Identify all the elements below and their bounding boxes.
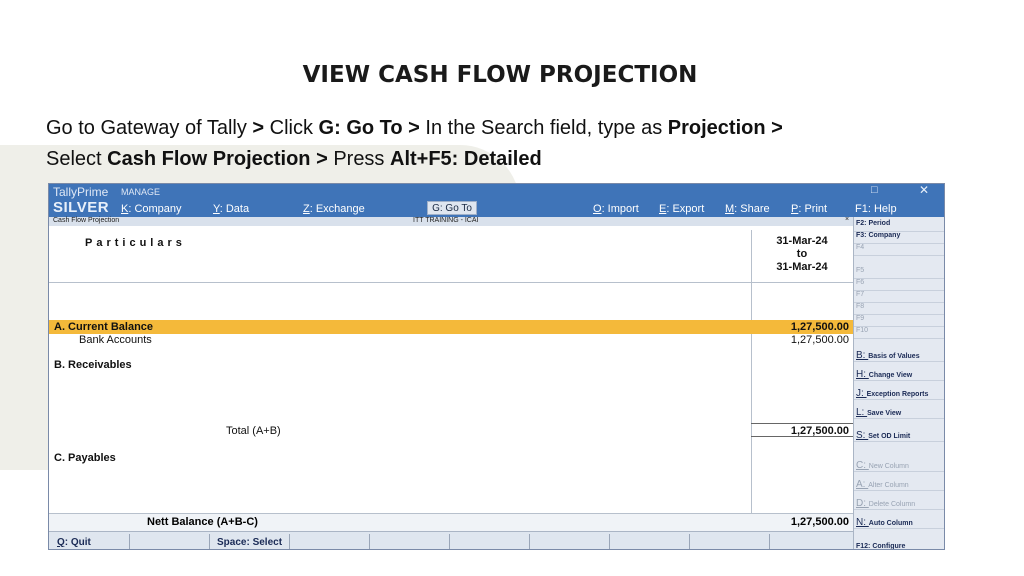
instructions: Go to Gateway of Tally > Click G: Go To … — [46, 113, 946, 175]
row-label: Bank Accounts — [79, 334, 152, 346]
goto-button[interactable]: G: Go To — [427, 201, 477, 215]
sidebar-item-saveview[interactable]: L: Save View — [856, 407, 942, 418]
menu-item-company[interactable]: K: Company — [121, 203, 182, 215]
instruction-segment: In the Search field, type as — [425, 117, 668, 139]
row-label: Total (A+B) — [226, 425, 281, 437]
minimize-icon[interactable]: □ — [871, 184, 878, 196]
help-button[interactable]: F1: Help — [855, 203, 897, 215]
tally-window: TallyPrime MANAGE SILVER K: Company Y: Da… — [48, 183, 945, 550]
sidebar-item-f2period[interactable]: F2: Period — [856, 220, 942, 227]
instruction-segment: Select — [46, 148, 108, 170]
row-amount: 1,27,500.00 — [790, 321, 849, 333]
sidebar-separator — [854, 441, 944, 442]
sidebar-item-setodlimit[interactable]: S: Set OD Limit — [856, 430, 942, 441]
row-label: A. Current Balance — [54, 321, 154, 333]
select-button[interactable]: Space: Select — [217, 537, 282, 548]
sidebar-item-exceptionreports[interactable]: J: Exception Reports — [856, 388, 942, 399]
sidebar-item-f12configure[interactable]: F12: Configure — [856, 543, 942, 549]
row-label: C. Payables — [54, 452, 116, 464]
brand-name: TallyPrime — [53, 185, 109, 199]
payables-row[interactable]: C. Payables — [49, 451, 853, 465]
sidebar-item-altercolumn[interactable]: A: Alter Column — [856, 479, 942, 490]
nett-amount: 1,27,500.00 — [790, 516, 849, 528]
date-to-word: to — [796, 248, 808, 260]
menu-item-exchange[interactable]: Z: Exchange — [303, 203, 365, 215]
header-divider — [49, 282, 853, 283]
sidebar-separator — [854, 418, 944, 419]
instruction-segment: Go to Gateway of Tally — [46, 117, 253, 139]
sidebar-separator — [854, 490, 944, 491]
row-amount: 1,27,500.00 — [790, 425, 849, 437]
top-menu-bar: TallyPrime MANAGE SILVER K: Company Y: Da… — [49, 184, 944, 217]
instruction-segment: Cash Flow Projection > — [107, 148, 334, 170]
sidebar-separator — [854, 255, 944, 256]
report-title-bar: Cash Flow Projection ITT TRAINING - ICAI… — [49, 216, 853, 226]
column-divider — [751, 230, 752, 535]
edition-label: SILVER — [53, 199, 110, 216]
particulars-header: Particulars — [85, 237, 186, 249]
right-button-panel: F2: Period F3: Company F4 F5 F6 F7 F8 F9 F10 B: B… — [853, 217, 944, 549]
menu-item-print[interactable]: P: Print — [791, 203, 827, 215]
sidebar-item-basisofvalues[interactable]: B: Basis of Values — [856, 350, 942, 361]
sidebar-item-autocolumn[interactable]: N: Auto Column — [856, 517, 942, 528]
sidebar-separator — [854, 361, 944, 362]
sidebar-item-f4[interactable]: F4 — [856, 244, 942, 251]
sidebar-item-f9[interactable]: F9 — [856, 315, 942, 322]
instruction-segment: > — [252, 117, 270, 139]
bank-accounts-row[interactable]: Bank Accounts 1,27,500.00 — [49, 333, 853, 347]
sidebar-separator — [854, 338, 944, 339]
bottom-button-bar: Q: Quit Space: Select — [49, 531, 853, 549]
sidebar-separator — [854, 509, 944, 510]
row-amount: 1,27,500.00 — [790, 334, 849, 346]
instruction-segment: Alt+F5: Detailed — [390, 148, 542, 170]
instruction-segment: Click — [269, 117, 319, 139]
company-name: ITT TRAINING - ICAI — [413, 217, 479, 224]
sidebar-item-f3company[interactable]: F3: Company — [856, 232, 942, 239]
sidebar-item-newcolumn[interactable]: C: New Column — [856, 460, 942, 471]
nett-balance-row: Nett Balance (A+B-C) 1,27,500.00 — [49, 513, 853, 531]
sidebar-separator — [854, 380, 944, 381]
report-body: Particulars 31-Mar-24 to 31-Mar-24 A. Cu… — [49, 226, 853, 538]
sidebar-item-deletecolumn[interactable]: D: Delete Column — [856, 498, 942, 509]
instruction-segment: Projection > — [667, 117, 783, 139]
manage-label: MANAGE — [121, 187, 161, 197]
instruction-line-1: Go to Gateway of Tally > Click G: Go To … — [46, 113, 946, 144]
row-label: B. Receivables — [54, 359, 132, 371]
sidebar-separator — [854, 471, 944, 472]
sidebar-item-f8[interactable]: F8 — [856, 303, 942, 310]
current-balance-row[interactable]: A. Current Balance 1,27,500.00 — [49, 320, 853, 334]
sidebar-item-f5[interactable]: F5 — [856, 267, 942, 274]
nett-label: Nett Balance (A+B-C) — [147, 516, 258, 528]
date-from: 31-Mar-24 — [776, 235, 828, 247]
report-name: Cash Flow Projection — [53, 217, 120, 224]
close-icon[interactable]: ✕ — [919, 184, 929, 197]
total-ab-row: Total (A+B) 1,27,500.00 — [49, 424, 853, 438]
instruction-segment: Press — [333, 148, 390, 170]
menu-item-import[interactable]: O: Import — [593, 203, 639, 215]
sidebar-separator — [854, 399, 944, 400]
sidebar-item-f7[interactable]: F7 — [856, 291, 942, 298]
menu-item-share[interactable]: M: Share — [725, 203, 770, 215]
sidebar-item-f10[interactable]: F10 — [856, 327, 942, 334]
receivables-row[interactable]: B. Receivables — [49, 358, 853, 372]
menu-item-data[interactable]: Y: Data — [213, 203, 249, 215]
instruction-segment: G: Go To > — [318, 117, 426, 139]
menu-item-export[interactable]: E: Export — [659, 203, 704, 215]
slide-title: VIEW CASH FLOW PROJECTION — [302, 62, 698, 88]
quit-button[interactable]: Q: Quit — [57, 537, 91, 548]
report-close-icon[interactable]: × — [845, 216, 849, 223]
date-header: 31-Mar-24 to 31-Mar-24 — [753, 235, 851, 274]
instruction-line-2: Select Cash Flow Projection > Press Alt+… — [46, 144, 946, 175]
date-to: 31-Mar-24 — [776, 261, 828, 273]
sidebar-item-changeview[interactable]: H: Change View — [856, 369, 942, 380]
sidebar-item-f6[interactable]: F6 — [856, 279, 942, 286]
sidebar-separator — [854, 528, 944, 529]
